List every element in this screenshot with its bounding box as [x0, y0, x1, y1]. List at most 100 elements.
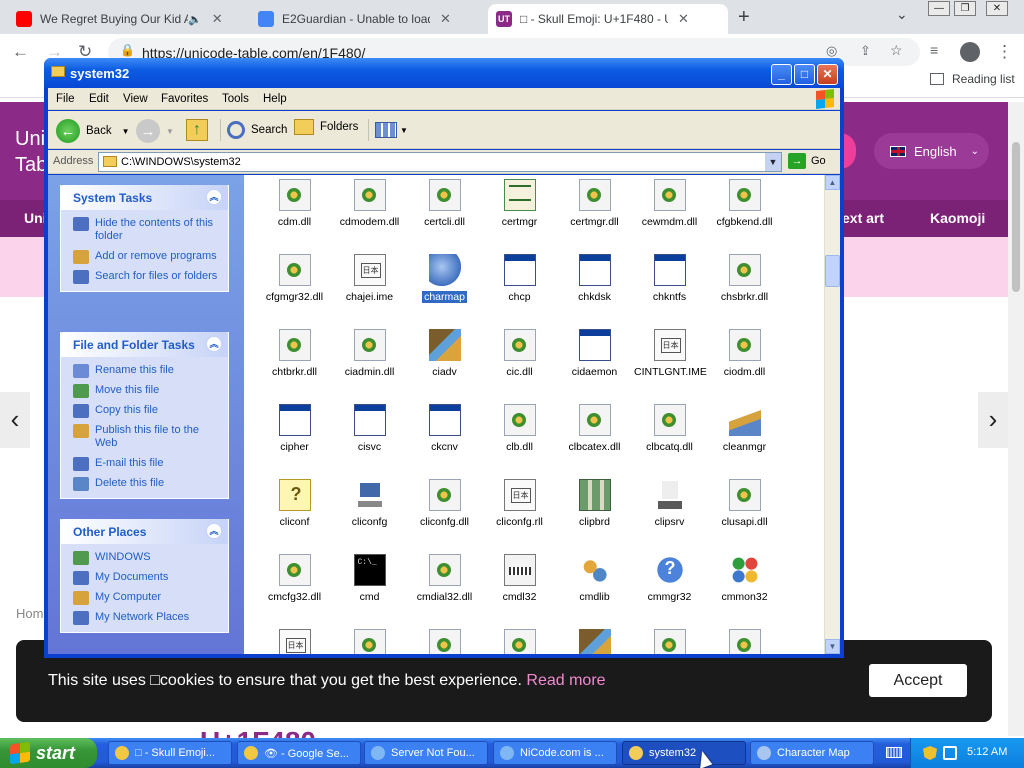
file-item[interactable]: ciadmin.dll [332, 329, 407, 378]
browser-minimize-button[interactable]: — [928, 1, 950, 16]
file-item[interactable] [707, 629, 782, 654]
keyboard-icon[interactable] [886, 747, 902, 758]
go-button[interactable]: → Go [788, 153, 826, 169]
browser-close-button[interactable]: ✕ [986, 1, 1008, 16]
breadcrumb-home[interactable]: Hom [16, 606, 43, 621]
language-selector[interactable]: English ⌄ [874, 133, 989, 169]
menu-file[interactable]: File [56, 93, 75, 105]
menu-edit[interactable]: Edit [89, 93, 109, 105]
site-nav-item-kaomoji[interactable]: Kaomoji [930, 210, 985, 226]
collapse-chevron-icon[interactable]: ︽ [206, 189, 222, 205]
tab-close-icon[interactable]: ✕ [212, 11, 223, 27]
file-item[interactable]: clbcatq.dll [632, 404, 707, 453]
file-item[interactable]: cmmgr32 [632, 554, 707, 603]
menu-help[interactable]: Help [263, 93, 287, 105]
file-item[interactable]: ckcnv [407, 404, 482, 453]
taskbar-button[interactable]: Character Map [750, 741, 874, 765]
file-item[interactable] [557, 629, 632, 654]
taskbar-button[interactable]: □ - Skull Emoji... [108, 741, 232, 765]
collapse-chevron-icon[interactable]: ︽ [206, 523, 222, 539]
eye-slash-icon[interactable]: ◎ [826, 43, 837, 59]
tab-close-icon[interactable]: ✕ [440, 11, 451, 27]
file-item[interactable]: certcli.dll [407, 179, 482, 228]
file-item[interactable]: cmd [332, 554, 407, 603]
browser-tab-1[interactable]: We Regret Buying Our Kid An X🔈 ✕ [8, 4, 246, 34]
menu-tools[interactable]: Tools [222, 93, 249, 105]
task-publish-web[interactable]: Publish this file to the Web [61, 424, 228, 450]
task-my-computer[interactable]: My Computer [61, 591, 228, 605]
file-item[interactable]: chkntfs [632, 254, 707, 303]
file-item[interactable] [632, 629, 707, 654]
file-item[interactable]: certmgr.dll [557, 179, 632, 228]
minimize-button[interactable]: _ [771, 64, 792, 85]
bookmark-star-icon[interactable]: ☆ [890, 42, 903, 59]
file-item[interactable]: cmcfg32.dll [257, 554, 332, 603]
task-rename[interactable]: Rename this file [61, 364, 228, 378]
file-item[interactable] [407, 629, 482, 654]
file-item[interactable]: cmdial32.dll [407, 554, 482, 603]
file-item[interactable]: cisvc [332, 404, 407, 453]
scroll-up-icon[interactable]: ▲ [825, 175, 840, 190]
reading-list-button[interactable]: Reading list [930, 72, 1015, 86]
folders-button[interactable]: Folders [294, 119, 358, 135]
task-folder[interactable]: WINDOWS [61, 551, 228, 565]
task-network-places[interactable]: My Network Places [61, 611, 228, 625]
dropdown-arrow-icon[interactable]: ▼ [122, 127, 130, 136]
file-item[interactable]: ciadv [407, 329, 482, 378]
file-item[interactable]: cmmon32 [707, 554, 782, 603]
task-copy[interactable]: Copy this file [61, 404, 228, 418]
site-nav-item-text-art[interactable]: ext art [842, 210, 884, 226]
views-button[interactable]: ▼ [368, 119, 408, 141]
file-item[interactable]: cewmdm.dll [632, 179, 707, 228]
file-item[interactable]: certmgr [482, 179, 557, 228]
taskbar-button[interactable]: system32 [622, 741, 746, 765]
file-item[interactable]: clbcatex.dll [557, 404, 632, 453]
file-item[interactable] [332, 629, 407, 654]
page-scroll-thumb[interactable] [1012, 142, 1020, 292]
search-button[interactable]: Search [220, 119, 287, 141]
other-places-header[interactable]: Other Places ︽ [61, 519, 228, 544]
file-item[interactable]: cic.dll [482, 329, 557, 378]
file-item[interactable]: chajei.ime [332, 254, 407, 303]
next-symbol-arrow-icon[interactable]: › [978, 392, 1008, 448]
collapse-chevron-icon[interactable]: ︽ [206, 336, 222, 352]
media-control-icon[interactable]: ≡ [930, 42, 938, 58]
file-item[interactable]: cmdlib [557, 554, 632, 603]
browser-restore-button[interactable]: ❐ [954, 1, 976, 16]
file-item[interactable]: cidaemon [557, 329, 632, 378]
task-add-remove-programs[interactable]: Add or remove programs [61, 250, 228, 264]
task-my-documents[interactable]: My Documents [61, 571, 228, 585]
address-dropdown-icon[interactable]: ▼ [765, 153, 781, 171]
file-item[interactable]: clipsrv [632, 479, 707, 528]
task-search-files[interactable]: Search for files or folders [61, 270, 228, 284]
tab-audio-icon[interactable]: 🔈 [188, 13, 202, 26]
file-item[interactable]: cliconfg.rll [482, 479, 557, 528]
file-item[interactable]: clb.dll [482, 404, 557, 453]
file-item[interactable]: cliconfg.dll [407, 479, 482, 528]
file-item[interactable]: cliconf [257, 479, 332, 528]
speaker-icon[interactable] [943, 746, 957, 760]
file-item[interactable]: clusapi.dll [707, 479, 782, 528]
back-button[interactable]: ← Back ▼ [56, 119, 130, 143]
file-item[interactable]: clipbrd [557, 479, 632, 528]
file-list-scrollbar[interactable]: ▲ ▼ [824, 175, 840, 654]
menu-favorites[interactable]: Favorites [161, 93, 208, 105]
file-item[interactable]: cleanmgr [707, 404, 782, 453]
tab-close-icon[interactable]: ✕ [678, 11, 689, 27]
profile-avatar-icon[interactable] [960, 42, 980, 62]
share-icon[interactable]: ⇪ [860, 43, 871, 59]
forward-button[interactable]: → ▼ [136, 119, 174, 143]
maximize-button[interactable]: □ [794, 64, 815, 85]
address-input[interactable]: C:\WINDOWS\system32 ▼ [98, 152, 782, 172]
taskbar-button[interactable]: NiCode.com is ... [493, 741, 617, 765]
page-scrollbar[interactable] [1008, 102, 1024, 736]
browser-tab-3[interactable]: UT □ - Skull Emoji: U+1F480 - Unicode ✕ [488, 4, 728, 34]
file-item[interactable]: chtbrkr.dll [257, 329, 332, 378]
browser-tab-2[interactable]: E2Guardian - Unable to load website ✕ [250, 4, 488, 34]
file-item[interactable]: cfgbkend.dll [707, 179, 782, 228]
file-item[interactable]: cdm.dll [257, 179, 332, 228]
file-item[interactable] [482, 629, 557, 654]
close-button[interactable]: ✕ [817, 64, 838, 85]
task-email[interactable]: E-mail this file [61, 457, 228, 471]
task-hide-contents[interactable]: Hide the contents of this folder [61, 217, 228, 243]
